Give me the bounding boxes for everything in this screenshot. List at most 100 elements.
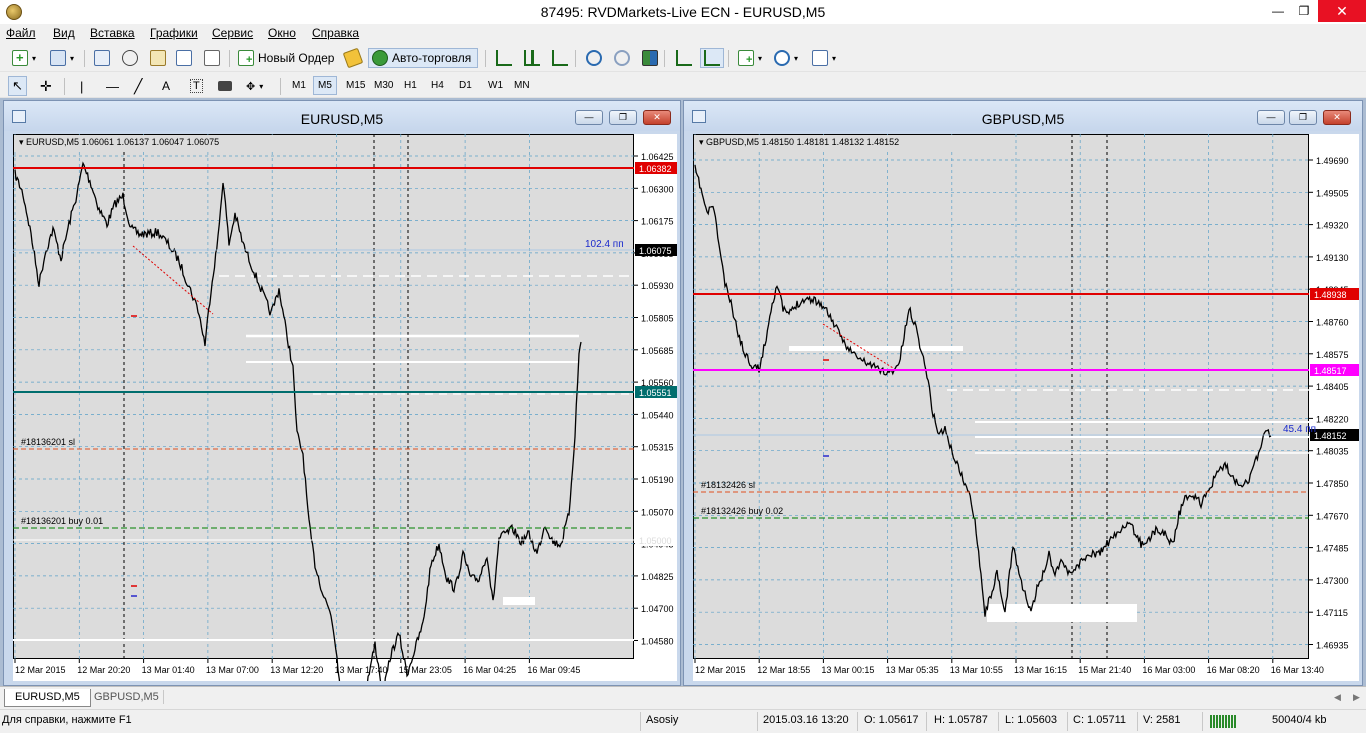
- tab-scroll-right-icon[interactable]: ▶: [1353, 692, 1360, 703]
- rectangle-button[interactable]: [214, 76, 236, 96]
- tile-windows-button[interactable]: [638, 48, 662, 68]
- line-chart-button[interactable]: [548, 48, 572, 68]
- time-axis-label: 13 Mar 16:15: [1014, 665, 1067, 675]
- plot-background: [13, 134, 634, 659]
- menu-insert[interactable]: Вставка: [90, 26, 135, 40]
- minimize-button[interactable]: —: [1266, 0, 1290, 22]
- cursor-button[interactable]: ↖: [8, 76, 27, 96]
- standard-toolbar: + ▾ ▾ + Новый Ордер Авто-торговля + ▾ ▾ …: [0, 44, 1366, 113]
- meta-editor-button[interactable]: [341, 47, 365, 69]
- chart-restore-button[interactable]: ❐: [1289, 110, 1317, 125]
- periods-button[interactable]: ▾: [770, 48, 802, 68]
- menu-tools[interactable]: Сервис: [212, 26, 253, 40]
- indicators-button[interactable]: + ▾: [734, 48, 766, 68]
- arrows-button[interactable]: ✥ ▾: [242, 76, 267, 96]
- bar-chart-button[interactable]: [492, 48, 516, 68]
- market-watch-button[interactable]: [90, 48, 114, 68]
- chart-window-titlebar[interactable]: EURUSD,M5 — ❐ ✕: [4, 101, 680, 131]
- text-button[interactable]: A: [158, 76, 174, 96]
- timeframe-m15[interactable]: M15: [341, 76, 370, 95]
- price-axis-label: 1.48220: [1316, 414, 1349, 424]
- trendline-icon: ╱: [134, 77, 143, 94]
- menu-help[interactable]: Справка: [312, 26, 359, 40]
- profit-pips-label: 102.4 пп: [585, 239, 624, 250]
- price-axis-label: 1.48575: [1316, 350, 1349, 360]
- price-axis-label: 1.05070: [641, 507, 674, 517]
- price-chart[interactable]: 1.064251.063001.061751.060551.059301.058…: [13, 134, 677, 681]
- autotrading-button[interactable]: Авто-торговля: [368, 48, 478, 68]
- menu-view[interactable]: Вид: [53, 26, 75, 40]
- templates-icon: [812, 50, 828, 66]
- chart-window-gbpusd[interactable]: GBPUSD,M5 — ❐ ✕ 1.49690 1.49505 1.49320 1.4…: [683, 100, 1363, 686]
- zoom-out-button[interactable]: [610, 48, 634, 68]
- navigator-button[interactable]: [146, 48, 170, 68]
- chart-window-eurusd[interactable]: EURUSD,M5 — ❐ ✕ 1.06425 1.06300 1.06175 1.0…: [3, 100, 681, 686]
- data-window-button[interactable]: [118, 48, 142, 68]
- candlestick-chart-button[interactable]: [520, 48, 544, 68]
- menu-window[interactable]: Окно: [268, 26, 296, 40]
- price-axis-label: 1.06425: [641, 152, 674, 162]
- menu-file[interactable]: Файл: [6, 26, 36, 40]
- text-label-button[interactable]: T: [186, 76, 207, 96]
- price-axis-label: 1.49690: [1316, 156, 1349, 166]
- menu-charts[interactable]: Графики: [150, 26, 198, 40]
- horizontal-line-button[interactable]: —: [102, 76, 123, 96]
- tab-scroll-left-icon[interactable]: ◀: [1334, 692, 1341, 703]
- close-button[interactable]: ✕: [1318, 0, 1366, 22]
- tile-windows-icon: [642, 50, 658, 66]
- chart-minimize-button[interactable]: —: [1257, 110, 1285, 125]
- chart-shift-button[interactable]: [672, 48, 696, 68]
- timeframe-d1[interactable]: D1: [454, 76, 477, 95]
- price-axis-label: 1.05805: [641, 314, 674, 324]
- templates-button[interactable]: ▾: [808, 48, 840, 68]
- terminal-icon: [176, 50, 192, 66]
- zoom-in-button[interactable]: [582, 48, 606, 68]
- tab-eurusd[interactable]: EURUSD,M5: [4, 689, 91, 707]
- timeframe-m5[interactable]: M5: [313, 76, 337, 95]
- strategy-tester-button[interactable]: [200, 48, 224, 68]
- autotrading-label: Авто-торговля: [392, 51, 472, 65]
- chart-restore-button[interactable]: ❐: [609, 110, 637, 125]
- new-order-button[interactable]: + Новый Ордер: [234, 48, 338, 68]
- time-axis-label: 16 Mar 03:00: [1142, 665, 1195, 675]
- timeframe-w1[interactable]: W1: [483, 76, 508, 95]
- new-chart-button[interactable]: + ▾: [8, 48, 40, 68]
- timeframe-m30[interactable]: M30: [369, 76, 398, 95]
- chart-window-titlebar[interactable]: GBPUSD,M5 — ❐ ✕: [684, 101, 1362, 131]
- time-axis-label: 16 Mar 08:20: [1207, 665, 1260, 675]
- title-bar: 87495: RVDMarkets-Live ECN - EURUSD,M5 —…: [0, 0, 1366, 24]
- price-axis-label: 1.47300: [1316, 576, 1349, 586]
- timeframe-h4[interactable]: H4: [426, 76, 449, 95]
- chart-close-button[interactable]: ✕: [643, 110, 671, 125]
- price-axis-label: 1.47670: [1316, 511, 1349, 521]
- maximize-button[interactable]: ❐: [1290, 0, 1318, 22]
- chart-canvas[interactable]: 1.064251.063001.061751.060551.059301.058…: [13, 134, 677, 681]
- zoom-out-icon: [614, 50, 630, 66]
- chart-close-button[interactable]: ✕: [1323, 110, 1351, 125]
- price-chart[interactable]: 1.496901.495051.493201.491301.489451.487…: [693, 134, 1359, 681]
- crosshair-button[interactable]: ✛: [36, 76, 56, 96]
- time-axis-label: 12 Mar 18:55: [757, 665, 810, 675]
- teal-level-line-label: 1.05551: [639, 388, 672, 398]
- chart-minimize-button[interactable]: —: [575, 110, 603, 125]
- stop-loss-line-text: #18136201 sl: [21, 437, 75, 447]
- price-axis-label: 1.49320: [1316, 221, 1349, 231]
- price-axis-label: 1.47485: [1316, 544, 1349, 554]
- timeframe-h1[interactable]: H1: [399, 76, 422, 95]
- time-axis-label: 13 Mar 05:35: [886, 665, 939, 675]
- timeframe-m1[interactable]: M1: [287, 76, 311, 95]
- chart-canvas[interactable]: 1.496901.495051.493201.491301.489451.487…: [693, 134, 1359, 681]
- vertical-line-button[interactable]: |: [76, 76, 87, 96]
- zoom-in-icon: [586, 50, 602, 66]
- time-axis-label: 13 Mar 00:15: [821, 665, 874, 675]
- auto-scroll-button[interactable]: [700, 48, 724, 68]
- tab-gbpusd[interactable]: GBPUSD,M5: [84, 689, 169, 707]
- price-axis-label: 1.05685: [641, 346, 674, 356]
- candlestick-icon: [524, 50, 540, 66]
- time-axis-label: 13 Mar 12:20: [270, 665, 323, 675]
- trendline-button[interactable]: ╱: [130, 76, 146, 96]
- profiles-button[interactable]: ▾: [46, 48, 78, 68]
- indicators-icon: +: [738, 50, 754, 66]
- timeframe-mn[interactable]: MN: [509, 76, 535, 95]
- terminal-button[interactable]: [172, 48, 196, 68]
